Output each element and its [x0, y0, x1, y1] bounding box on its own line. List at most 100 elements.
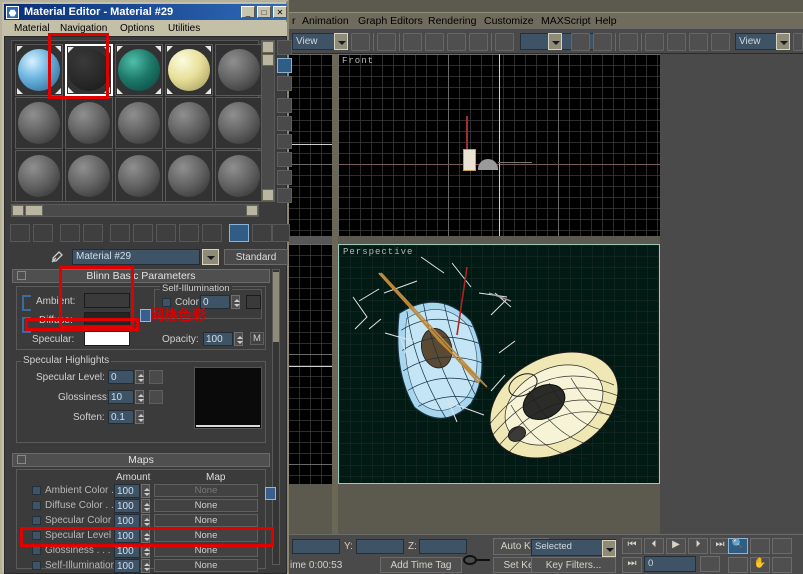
render-scene-icon[interactable] [711, 33, 730, 51]
menu-rendering[interactable]: Rendering [424, 14, 480, 28]
slot-horizontal-scrollbar[interactable] [11, 204, 259, 217]
video-color-check-icon[interactable] [277, 116, 292, 131]
material-name-field[interactable]: Material #29 [72, 249, 200, 265]
material-slot-3[interactable] [115, 44, 163, 96]
maximize-button[interactable]: □ [257, 6, 271, 18]
viewport-front[interactable]: Front [338, 54, 660, 236]
ref-coord-system-dropdown[interactable]: View [735, 33, 777, 50]
assign-material-to-selection-icon[interactable] [60, 224, 80, 242]
go-forward-to-sibling-icon[interactable] [272, 224, 290, 242]
scale-icon[interactable] [425, 33, 444, 51]
material-slot-10[interactable] [215, 97, 263, 149]
toolbar-overflow-icon[interactable] [793, 33, 803, 51]
layer-manager-icon[interactable] [619, 33, 638, 51]
options-icon[interactable] [277, 152, 292, 167]
field-of-view-icon[interactable] [728, 557, 748, 573]
map-amount-spinner[interactable] [141, 559, 150, 573]
key-filters-button[interactable]: Key Filters... [531, 557, 616, 573]
material-name-dropdown-icon[interactable] [202, 249, 219, 265]
material-slot-11[interactable] [15, 150, 63, 202]
material-slot-2[interactable] [65, 44, 113, 96]
prev-frame-icon[interactable]: ⏴ [644, 538, 664, 554]
next-frame-icon[interactable]: ⏵ [688, 538, 708, 554]
key-mode-toggle-icon[interactable]: ⏭ [622, 557, 642, 573]
menu-customize[interactable]: Customize [480, 14, 538, 28]
make-preview-icon[interactable] [277, 134, 292, 149]
viewport-top-partial[interactable] [288, 54, 332, 236]
zoom-extents-icon[interactable] [772, 538, 792, 554]
rotate-icon[interactable] [403, 33, 422, 51]
material-slot-9[interactable] [165, 97, 213, 149]
align-icon[interactable] [469, 33, 488, 51]
goto-end-icon[interactable]: ⏭ [710, 538, 730, 554]
zoom-all-icon[interactable] [750, 538, 770, 554]
menu-animation[interactable]: Animation [298, 14, 353, 28]
make-unique-icon[interactable] [133, 224, 153, 242]
material-editor-icon[interactable] [689, 33, 708, 51]
reset-map-icon[interactable] [83, 224, 103, 242]
sample-uv-tiling-icon[interactable] [277, 98, 292, 113]
selection-filter-arrow-icon[interactable] [334, 33, 348, 50]
sample-type-icon[interactable] [277, 40, 292, 55]
material-effects-channel-icon[interactable] [179, 224, 199, 242]
zoom-icon[interactable]: 🔍 [728, 538, 748, 554]
scroll-up-icon[interactable] [262, 41, 274, 53]
named-selection-arrow-icon[interactable] [548, 33, 562, 50]
map-amount-field[interactable]: 100 [114, 559, 140, 573]
material-slot-1[interactable] [15, 44, 63, 96]
background-checker-icon[interactable] [277, 76, 292, 91]
goto-start-icon[interactable]: ⏮ [622, 538, 642, 554]
ref-coord-arrow-icon[interactable] [776, 33, 790, 50]
put-to-library-icon[interactable] [156, 224, 176, 242]
z-coord-field[interactable] [419, 539, 467, 554]
arc-rotate-icon[interactable] [772, 557, 792, 573]
select-by-name-icon[interactable] [377, 33, 396, 51]
eyedropper-icon[interactable] [50, 250, 64, 264]
material-id-channel-icon[interactable] [277, 188, 292, 203]
x-coord-field[interactable] [292, 539, 340, 554]
mirror-axis-icon[interactable] [447, 33, 466, 51]
viewport-splitter-h[interactable] [288, 236, 332, 244]
material-slot-5[interactable] [215, 44, 263, 96]
select-by-material-icon[interactable] [277, 170, 292, 185]
material-slot-15[interactable] [215, 150, 263, 202]
current-frame-field[interactable]: 0 [644, 556, 696, 572]
me-menu-options[interactable]: Options [116, 23, 158, 34]
show-end-result-icon[interactable] [229, 224, 249, 242]
material-slot-8[interactable] [115, 97, 163, 149]
selection-filter-dropdown[interactable]: View [292, 33, 336, 50]
close-button[interactable]: ✕ [273, 6, 287, 18]
get-material-icon[interactable] [10, 224, 30, 242]
play-animation-icon[interactable]: ▶ [666, 538, 686, 554]
make-material-copy-icon[interactable] [110, 224, 130, 242]
scroll-down-icon[interactable] [262, 189, 274, 201]
mirror-icon[interactable] [571, 33, 590, 51]
pan-icon[interactable]: ✋ [750, 557, 770, 573]
slot-vertical-scrollbar[interactable] [261, 40, 275, 202]
maps-lock-icon[interactable] [265, 487, 276, 500]
schematic-view-icon[interactable] [667, 33, 686, 51]
key-mode-arrow-icon[interactable] [602, 540, 616, 557]
menu-help[interactable]: Help [591, 14, 621, 28]
put-material-to-scene-icon[interactable] [33, 224, 53, 242]
material-slot-14[interactable] [165, 150, 213, 202]
backlight-icon[interactable] [277, 58, 292, 73]
me-menu-navigation[interactable]: Navigation [56, 23, 111, 34]
viewport-perspective[interactable]: Perspective [338, 244, 660, 484]
menu-graph-editors[interactable]: Graph Editors [354, 14, 427, 28]
minimize-button[interactable]: _ [241, 6, 255, 18]
map-checkbox[interactable] [32, 561, 41, 570]
curve-editor-icon[interactable] [645, 33, 664, 51]
material-slot-4[interactable] [165, 44, 213, 96]
add-time-tag-button[interactable]: Add Time Tag [380, 557, 462, 573]
scroll-right-icon[interactable] [246, 205, 258, 216]
material-slot-12[interactable] [65, 150, 113, 202]
go-to-parent-icon[interactable] [252, 224, 272, 242]
menu-maxscript[interactable]: MAXScript [537, 14, 595, 28]
time-config-icon[interactable] [700, 556, 720, 572]
scroll-thumb[interactable] [25, 205, 43, 216]
select-object-icon[interactable] [351, 33, 370, 51]
material-slot-13[interactable] [115, 150, 163, 202]
map-slot-button[interactable]: None [154, 559, 258, 572]
viewport-bottom-partial[interactable] [288, 244, 332, 484]
